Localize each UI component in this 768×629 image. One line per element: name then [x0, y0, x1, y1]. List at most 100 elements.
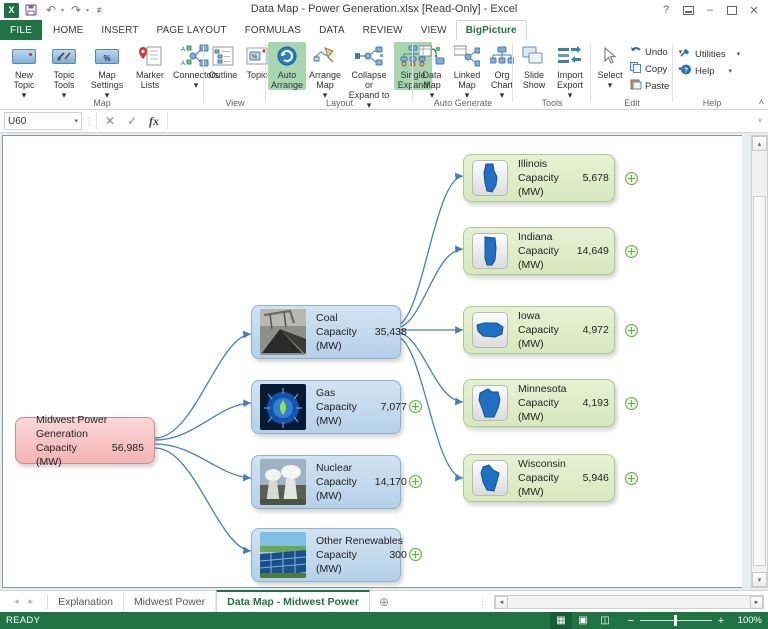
tab-data[interactable]: DATA: [310, 20, 354, 40]
data-map-button[interactable]: Data Map ▾: [415, 42, 449, 100]
outline-button[interactable]: Outline: [206, 42, 240, 80]
node-title: Illinois: [518, 157, 609, 171]
zoom-slider[interactable]: [640, 620, 712, 621]
map-node-nuclear[interactable]: Nuclear Capacity (MW) 14,170: [251, 455, 401, 509]
tab-view[interactable]: VIEW: [412, 20, 456, 40]
expander-indiana[interactable]: [625, 245, 638, 258]
indiana-state-shape: [472, 233, 508, 269]
horizontal-scrollbar[interactable]: ◂ ▸: [494, 595, 764, 609]
scroll-up-icon[interactable]: ▴: [752, 136, 767, 151]
node-title: Coal: [316, 311, 407, 325]
map-settings-button[interactable]: % Map Settings ▾: [84, 42, 130, 100]
bigpicture-map-canvas[interactable]: Midwest Power Generation Capacity (MW) 5…: [2, 135, 742, 588]
normal-view-icon[interactable]: ▦: [550, 612, 572, 629]
copy-icon: [630, 62, 642, 76]
sheet-nav-prev-icon[interactable]: ◂: [14, 596, 19, 607]
help-button[interactable]: ? Help ▾: [677, 63, 735, 79]
node-metric-label: Capacity (MW): [316, 400, 357, 428]
formula-input[interactable]: [167, 112, 752, 130]
map-node-root[interactable]: Midwest Power Generation Capacity (MW) 5…: [15, 417, 155, 464]
enter-check-icon[interactable]: ✓: [121, 112, 143, 130]
map-node-coal[interactable]: Coal Capacity (MW) 35,438: [251, 305, 401, 359]
expand-formula-bar-icon[interactable]: ˅: [752, 118, 768, 125]
expander-other-renewables[interactable]: [409, 548, 422, 561]
zoom-slider-thumb[interactable]: [674, 615, 677, 626]
tab-review[interactable]: REVIEW: [354, 20, 412, 40]
sheet-tab-resize-grip[interactable]: ⋮: [472, 596, 494, 607]
sheet-nav-next-icon[interactable]: ▸: [29, 596, 34, 607]
tab-page-layout[interactable]: PAGE LAYOUT: [148, 20, 236, 40]
zoom-out-button[interactable]: −: [624, 615, 638, 627]
add-sheet-icon[interactable]: ⊕: [370, 595, 398, 609]
map-node-gas[interactable]: Gas Capacity (MW) 7,077: [251, 380, 401, 434]
new-topic-button[interactable]: New Topic ▾: [4, 42, 44, 100]
topic-tools-icon: [52, 44, 76, 68]
cancel-x-icon[interactable]: ✕: [99, 112, 121, 130]
zoom-in-button[interactable]: +: [714, 615, 728, 627]
map-node-minnesota[interactable]: Minnesota Capacity (MW) 4,193: [463, 379, 615, 427]
insert-function-icon[interactable]: fx: [143, 112, 165, 130]
tab-file[interactable]: FILE: [0, 20, 42, 40]
name-box[interactable]: U60 ▾: [4, 112, 82, 130]
scroll-left-icon[interactable]: ◂: [495, 596, 508, 609]
gas-flame-photo: [260, 384, 306, 430]
scroll-right-icon[interactable]: ▸: [750, 596, 763, 609]
ribbon-group-help: Utilities ▾ ? Help ▾ Help: [673, 40, 751, 110]
tab-insert[interactable]: INSERT: [92, 20, 147, 40]
tab-formulas[interactable]: FORMULAS: [236, 20, 310, 40]
restore-icon[interactable]: [722, 2, 742, 18]
ribbon-tab-row: FILE HOME INSERT PAGE LAYOUT FORMULAS DA…: [0, 20, 768, 40]
map-canvas-area: Midwest Power Generation Capacity (MW) 5…: [0, 133, 768, 590]
page-break-preview-icon[interactable]: ◫: [594, 612, 616, 629]
import-export-button[interactable]: Import Export ▾: [551, 42, 589, 100]
expander-illinois[interactable]: [625, 172, 638, 185]
paste-button[interactable]: Paste: [627, 78, 675, 94]
copy-button[interactable]: Copy ▾: [627, 61, 675, 77]
sheet-tab-explanation[interactable]: Explanation: [48, 591, 124, 612]
map-node-iowa[interactable]: Iowa Capacity (MW) 4,972: [463, 306, 615, 354]
collapse-ribbon-icon[interactable]: ˄: [759, 97, 764, 107]
map-node-other-renewables[interactable]: Other Renewables Capacity (MW) 300: [251, 528, 401, 582]
expander-iowa[interactable]: [625, 324, 638, 337]
name-box-caret-icon[interactable]: ▾: [74, 117, 78, 125]
canvas-vertical-scrollbar[interactable]: ▴ ▾: [751, 135, 768, 588]
slide-show-button[interactable]: Slide Show: [517, 42, 551, 90]
node-title: Nuclear: [316, 461, 407, 475]
sheet-tab-midwest-power[interactable]: Midwest Power: [124, 591, 216, 612]
map-node-illinois[interactable]: Illinois Capacity (MW) 5,678: [463, 154, 615, 202]
connectors-caret-icon[interactable]: ▾: [194, 80, 199, 90]
tab-home[interactable]: HOME: [44, 20, 92, 40]
minimize-icon[interactable]: –: [700, 2, 720, 18]
undo-icon: [630, 45, 642, 59]
sheet-tab-data-map-midwest-power[interactable]: Data Map - Midwest Power: [216, 590, 370, 612]
select-button[interactable]: Select ▾: [593, 42, 627, 90]
arrange-map-button[interactable]: Arrange Map ▾: [306, 42, 344, 100]
expander-nuclear[interactable]: [409, 475, 422, 488]
vertical-scroll-thumb[interactable]: [753, 196, 766, 566]
svg-text:A: A: [181, 47, 185, 53]
expander-minnesota[interactable]: [625, 397, 638, 410]
expander-gas[interactable]: [409, 400, 422, 413]
select-caret-icon[interactable]: ▾: [608, 80, 613, 90]
zoom-control[interactable]: − +: [624, 615, 728, 627]
page-layout-view-icon[interactable]: ▣: [572, 612, 594, 629]
help-caret-icon[interactable]: ▾: [720, 67, 732, 75]
linked-map-button[interactable]: Linked Map ▾: [449, 42, 485, 100]
map-node-wisconsin[interactable]: Wisconsin Capacity (MW) 5,946: [463, 454, 615, 502]
scroll-down-icon[interactable]: ▾: [752, 572, 767, 587]
undo-button[interactable]: Undo ▾: [627, 44, 675, 60]
help-icon[interactable]: ?: [656, 2, 676, 18]
map-node-indiana[interactable]: Indiana Capacity (MW) 14,649: [463, 227, 615, 275]
utilities-caret-icon[interactable]: ▾: [729, 50, 741, 58]
ribbon: New Topic ▾ Topic Tools ▾ %: [0, 40, 768, 110]
utilities-button[interactable]: Utilities ▾: [677, 46, 735, 62]
auto-arrange-button[interactable]: Auto Arrange: [268, 42, 306, 90]
tab-bigpicture[interactable]: BigPicture: [456, 20, 527, 40]
connector-lines: [3, 136, 743, 589]
marker-lists-button[interactable]: Marker Lists: [130, 42, 170, 90]
expander-wisconsin[interactable]: [625, 472, 638, 485]
ribbon-display-options-icon[interactable]: [678, 2, 698, 18]
close-icon[interactable]: ✕: [744, 2, 764, 18]
outline-icon: [212, 44, 234, 68]
topic-tools-button[interactable]: Topic Tools ▾: [44, 42, 84, 100]
